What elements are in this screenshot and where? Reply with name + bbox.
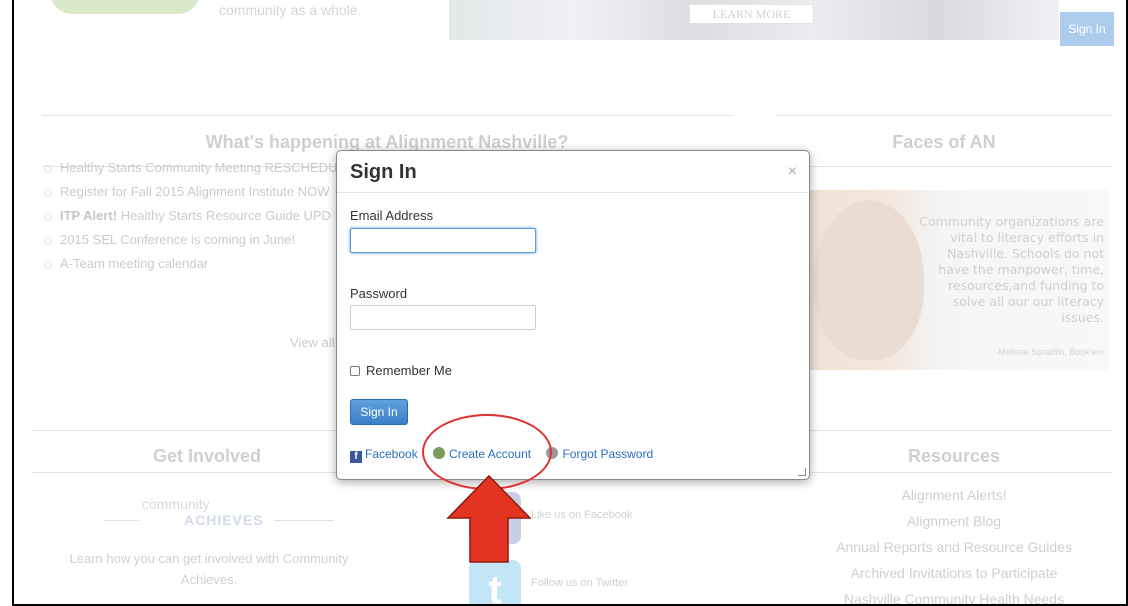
divider	[776, 166, 1112, 167]
divider	[42, 115, 732, 116]
news-item[interactable]: 2015 SEL Conference is coming in June!	[42, 228, 337, 252]
get-involved-title: Get Involved	[152, 446, 262, 466]
resource-link[interactable]: Archived Invitations to Participate	[804, 560, 1104, 586]
checkbox-icon[interactable]	[350, 366, 360, 376]
view-all-link[interactable]: View all	[290, 335, 335, 350]
email-label: Email Address	[350, 208, 434, 223]
facebook-login-link[interactable]: f Facebook	[350, 447, 418, 463]
news-item[interactable]: ITP Alert! Healthy Starts Resource Guide…	[42, 204, 337, 228]
browser-viewport: community as a whole. LEARN MORE Sign In…	[12, 0, 1128, 606]
sign-in-modal: Sign In × Email Address Password Remembe…	[336, 150, 810, 480]
forgot-password-link[interactable]: Forgot Password	[546, 447, 653, 461]
red-arrow-icon	[446, 474, 532, 563]
email-field[interactable]	[350, 228, 536, 253]
faces-title: Faces of AN	[892, 132, 996, 152]
password-label: Password	[350, 286, 408, 301]
resources-title: Resources	[907, 446, 1001, 466]
community-achieves-logo[interactable]: community ACHIEVES	[104, 490, 334, 530]
twitter-icon: t	[469, 560, 521, 604]
faces-attribution: -Melissa Spradlin, Book'em	[995, 347, 1104, 357]
close-icon[interactable]: ×	[788, 163, 797, 181]
resource-link[interactable]: Alignment Blog	[804, 508, 1104, 534]
news-item[interactable]: A-Team meeting calendar	[42, 252, 337, 276]
person-photo	[814, 200, 924, 360]
resource-link[interactable]: Alignment Alerts!	[804, 482, 1104, 508]
news-item[interactable]: Register for Fall 2015 Alignment Institu…	[42, 180, 337, 204]
modal-header: Sign In ×	[337, 151, 809, 193]
resources-list: Alignment Alerts! Alignment Blog Annual …	[804, 482, 1104, 604]
resource-link[interactable]: Annual Reports and Resource Guides	[804, 534, 1104, 560]
faces-quote: Community organizations are vital to lit…	[919, 214, 1104, 325]
divider	[776, 115, 1112, 116]
facebook-icon: f	[350, 451, 362, 463]
resource-link[interactable]: Nashville Community Health Needs	[804, 586, 1104, 604]
remember-me-checkbox[interactable]: Remember Me	[350, 363, 452, 378]
resize-grip-icon[interactable]	[798, 468, 806, 476]
modal-title: Sign In	[350, 161, 417, 183]
sign-in-button[interactable]: Sign In	[350, 399, 408, 425]
news-item[interactable]: Healthy Starts Community Meeting RESCHED…	[42, 156, 337, 180]
news-list: Healthy Starts Community Meeting RESCHED…	[42, 156, 337, 276]
password-field[interactable]	[350, 305, 536, 330]
get-involved-text: Learn how you can get involved with Comm…	[69, 551, 349, 587]
twitter-social[interactable]: t Follow us on Twitter	[469, 560, 669, 604]
